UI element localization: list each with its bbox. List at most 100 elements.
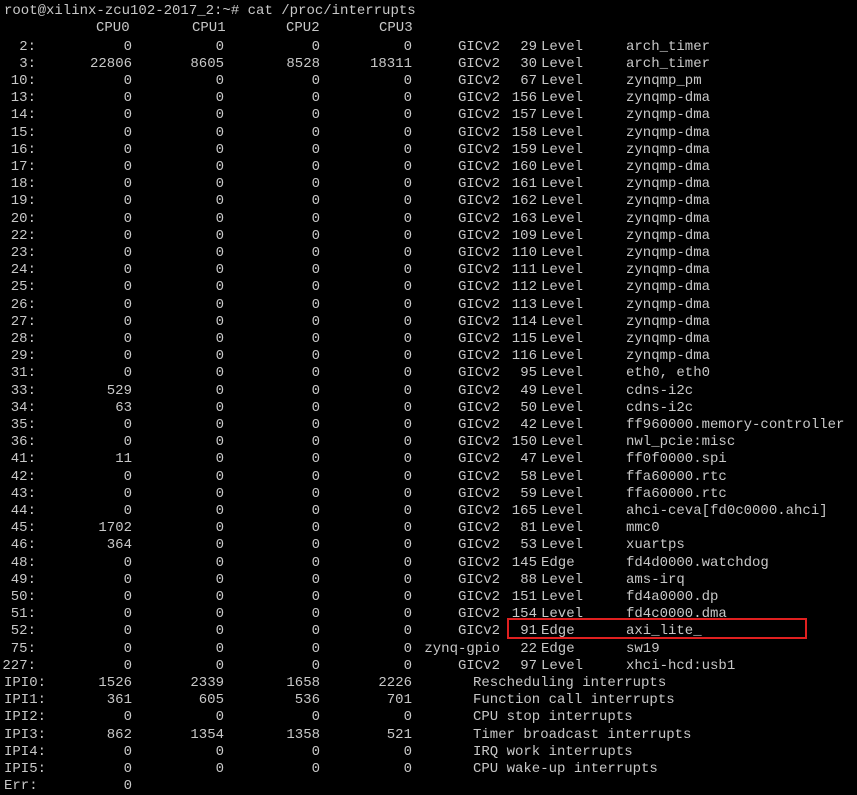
interrupt-row: 14: 0 0 0 0 GICv2 157 Level zynqmp-dma bbox=[0, 107, 857, 124]
device-name: zynqmp_pm bbox=[626, 72, 702, 89]
hw-irq: 29 bbox=[520, 38, 537, 55]
terminal-window[interactable]: root@xilinx-zcu102-2017_2:~# cat /proc/i… bbox=[0, 0, 857, 794]
device-name: mmc0 bbox=[626, 520, 660, 537]
irq-number: 51: bbox=[10, 606, 36, 623]
hw-irq: 42 bbox=[520, 416, 537, 433]
cpu0-count: 0 bbox=[123, 313, 132, 330]
ipi-row: IPI3: 862 1354 1358 521 Timer broadcast inter… bbox=[0, 727, 857, 744]
cpu2-count: 0 bbox=[311, 90, 320, 107]
interrupt-row: 44: 0 0 0 0 GICv2 165 Level ahci-ceva[fd0c0000.a… bbox=[0, 503, 857, 520]
cpu2-count: 0 bbox=[311, 434, 320, 451]
cpu0-count: 0 bbox=[123, 606, 132, 623]
trigger-type: Level bbox=[541, 107, 584, 124]
irq-number: 52: bbox=[10, 623, 36, 640]
cpu0-count: 0 bbox=[123, 244, 132, 261]
trigger-type: Level bbox=[541, 330, 584, 347]
cpu3-count: 0 bbox=[403, 262, 412, 279]
cpu0-count: 361 bbox=[106, 692, 132, 709]
irq-chip: GICv2 bbox=[457, 244, 500, 261]
cpu3-count: 0 bbox=[403, 451, 412, 468]
hw-irq: 67 bbox=[520, 72, 537, 89]
trigger-type: Level bbox=[541, 537, 584, 554]
cpu3-count: 0 bbox=[403, 107, 412, 124]
cpu1-count: 0 bbox=[215, 107, 224, 124]
interrupt-row: 28: 0 0 0 0 GICv2 115 Level zynqmp-dma bbox=[0, 331, 857, 348]
irq-number: 44: bbox=[10, 502, 36, 519]
cpu0-count: 0 bbox=[123, 141, 132, 158]
header-cpu3: CPU3 bbox=[379, 20, 413, 36]
command-prompt: root@xilinx-zcu102-2017_2:~# cat /proc/i… bbox=[4, 3, 416, 19]
cpu1-count: 0 bbox=[215, 640, 224, 657]
cpu3-count: 701 bbox=[386, 692, 412, 709]
irq-chip: GICv2 bbox=[457, 193, 500, 210]
header-cpu1: CPU1 bbox=[192, 20, 226, 36]
device-name: fd4c0000.dma bbox=[626, 606, 727, 623]
cpu1-count: 0 bbox=[215, 399, 224, 416]
cpu3-count: 0 bbox=[403, 330, 412, 347]
hw-irq: 151 bbox=[511, 588, 537, 605]
cpu1-count: 0 bbox=[215, 244, 224, 261]
hw-irq: 53 bbox=[520, 537, 537, 554]
irq-chip: GICv2 bbox=[457, 365, 500, 382]
irq-number: 18: bbox=[10, 176, 36, 193]
ipi-label: IPI3: bbox=[4, 726, 47, 743]
interrupt-row: 36: 0 0 0 0 GICv2 150 Level nwl_pcie:misc bbox=[0, 434, 857, 451]
irq-number: 33: bbox=[10, 382, 36, 399]
interrupt-row: 52: 0 0 0 0 GICv2 91 Edge axi_lite_ bbox=[0, 623, 857, 640]
trigger-type: Edge bbox=[541, 640, 575, 657]
trigger-type: Level bbox=[541, 313, 584, 330]
cpu2-count: 0 bbox=[311, 416, 320, 433]
trigger-type: Level bbox=[541, 382, 584, 399]
cpu3-count: 0 bbox=[403, 227, 412, 244]
device-name: ahci-ceva[fd0c0000.ahci] bbox=[626, 502, 828, 519]
irq-chip: GICv2 bbox=[457, 434, 500, 451]
cpu2-count: 0 bbox=[311, 554, 320, 571]
irq-chip: GICv2 bbox=[457, 38, 500, 55]
interrupt-row: 19: 0 0 0 0 GICv2 162 Level zynqmp-dma bbox=[0, 193, 857, 210]
cpu1-count: 0 bbox=[215, 485, 224, 502]
trigger-type: Level bbox=[541, 227, 584, 244]
irq-chip: GICv2 bbox=[457, 210, 500, 227]
cpu0-count: 0 bbox=[123, 296, 132, 313]
cpu0-count: 0 bbox=[123, 760, 132, 777]
interrupt-row: 10: 0 0 0 0 GICv2 67 Level zynqmp_pm bbox=[0, 73, 857, 90]
header-cpu0: CPU0 bbox=[96, 20, 130, 36]
cpu1-count: 0 bbox=[215, 468, 224, 485]
cpu0-count: 0 bbox=[123, 210, 132, 227]
interrupt-row: 2: 0 0 0 0 GICv2 29 Level arch_timer bbox=[0, 39, 857, 56]
hw-irq: 157 bbox=[511, 107, 537, 124]
cpu0-count: 529 bbox=[106, 382, 132, 399]
trigger-type: Level bbox=[541, 657, 584, 674]
irq-chip: GICv2 bbox=[457, 296, 500, 313]
irq-number: 3: bbox=[19, 55, 36, 72]
irq-number: 49: bbox=[10, 571, 36, 588]
cpu2-count: 0 bbox=[311, 382, 320, 399]
trigger-type: Level bbox=[541, 90, 584, 107]
cpu2-count: 0 bbox=[311, 743, 320, 760]
hw-irq: 111 bbox=[511, 262, 537, 279]
irq-chip: GICv2 bbox=[457, 107, 500, 124]
hw-irq: 165 bbox=[511, 502, 537, 519]
irq-chip: GICv2 bbox=[457, 623, 500, 640]
cpu0-count: 0 bbox=[123, 72, 132, 89]
cpu1-count: 0 bbox=[215, 193, 224, 210]
trigger-type: Level bbox=[541, 124, 584, 141]
irq-chip: GICv2 bbox=[457, 554, 500, 571]
cpu2-count: 0 bbox=[311, 623, 320, 640]
cpu3-count: 2226 bbox=[378, 674, 412, 691]
trigger-type: Level bbox=[541, 244, 584, 261]
irq-number: 75: bbox=[10, 640, 36, 657]
cpu2-count: 0 bbox=[311, 262, 320, 279]
cpu3-count: 0 bbox=[403, 434, 412, 451]
irq-chip: GICv2 bbox=[457, 537, 500, 554]
interrupt-row: 3: 22806 8605 8528 18311 GICv2 30 Level arch_tim… bbox=[0, 56, 857, 73]
irq-chip: GICv2 bbox=[457, 485, 500, 502]
cpu1-count: 0 bbox=[215, 588, 224, 605]
cpu1-count: 0 bbox=[215, 606, 224, 623]
cpu1-count: 0 bbox=[215, 38, 224, 55]
irq-chip: GICv2 bbox=[457, 227, 500, 244]
ipi-row: IPI0: 1526 2339 1658 2226 Rescheduling interr… bbox=[0, 675, 857, 692]
ipi-description: Timer broadcast interrupts bbox=[473, 726, 692, 743]
hw-irq: 158 bbox=[511, 124, 537, 141]
cpu1-count: 0 bbox=[215, 296, 224, 313]
